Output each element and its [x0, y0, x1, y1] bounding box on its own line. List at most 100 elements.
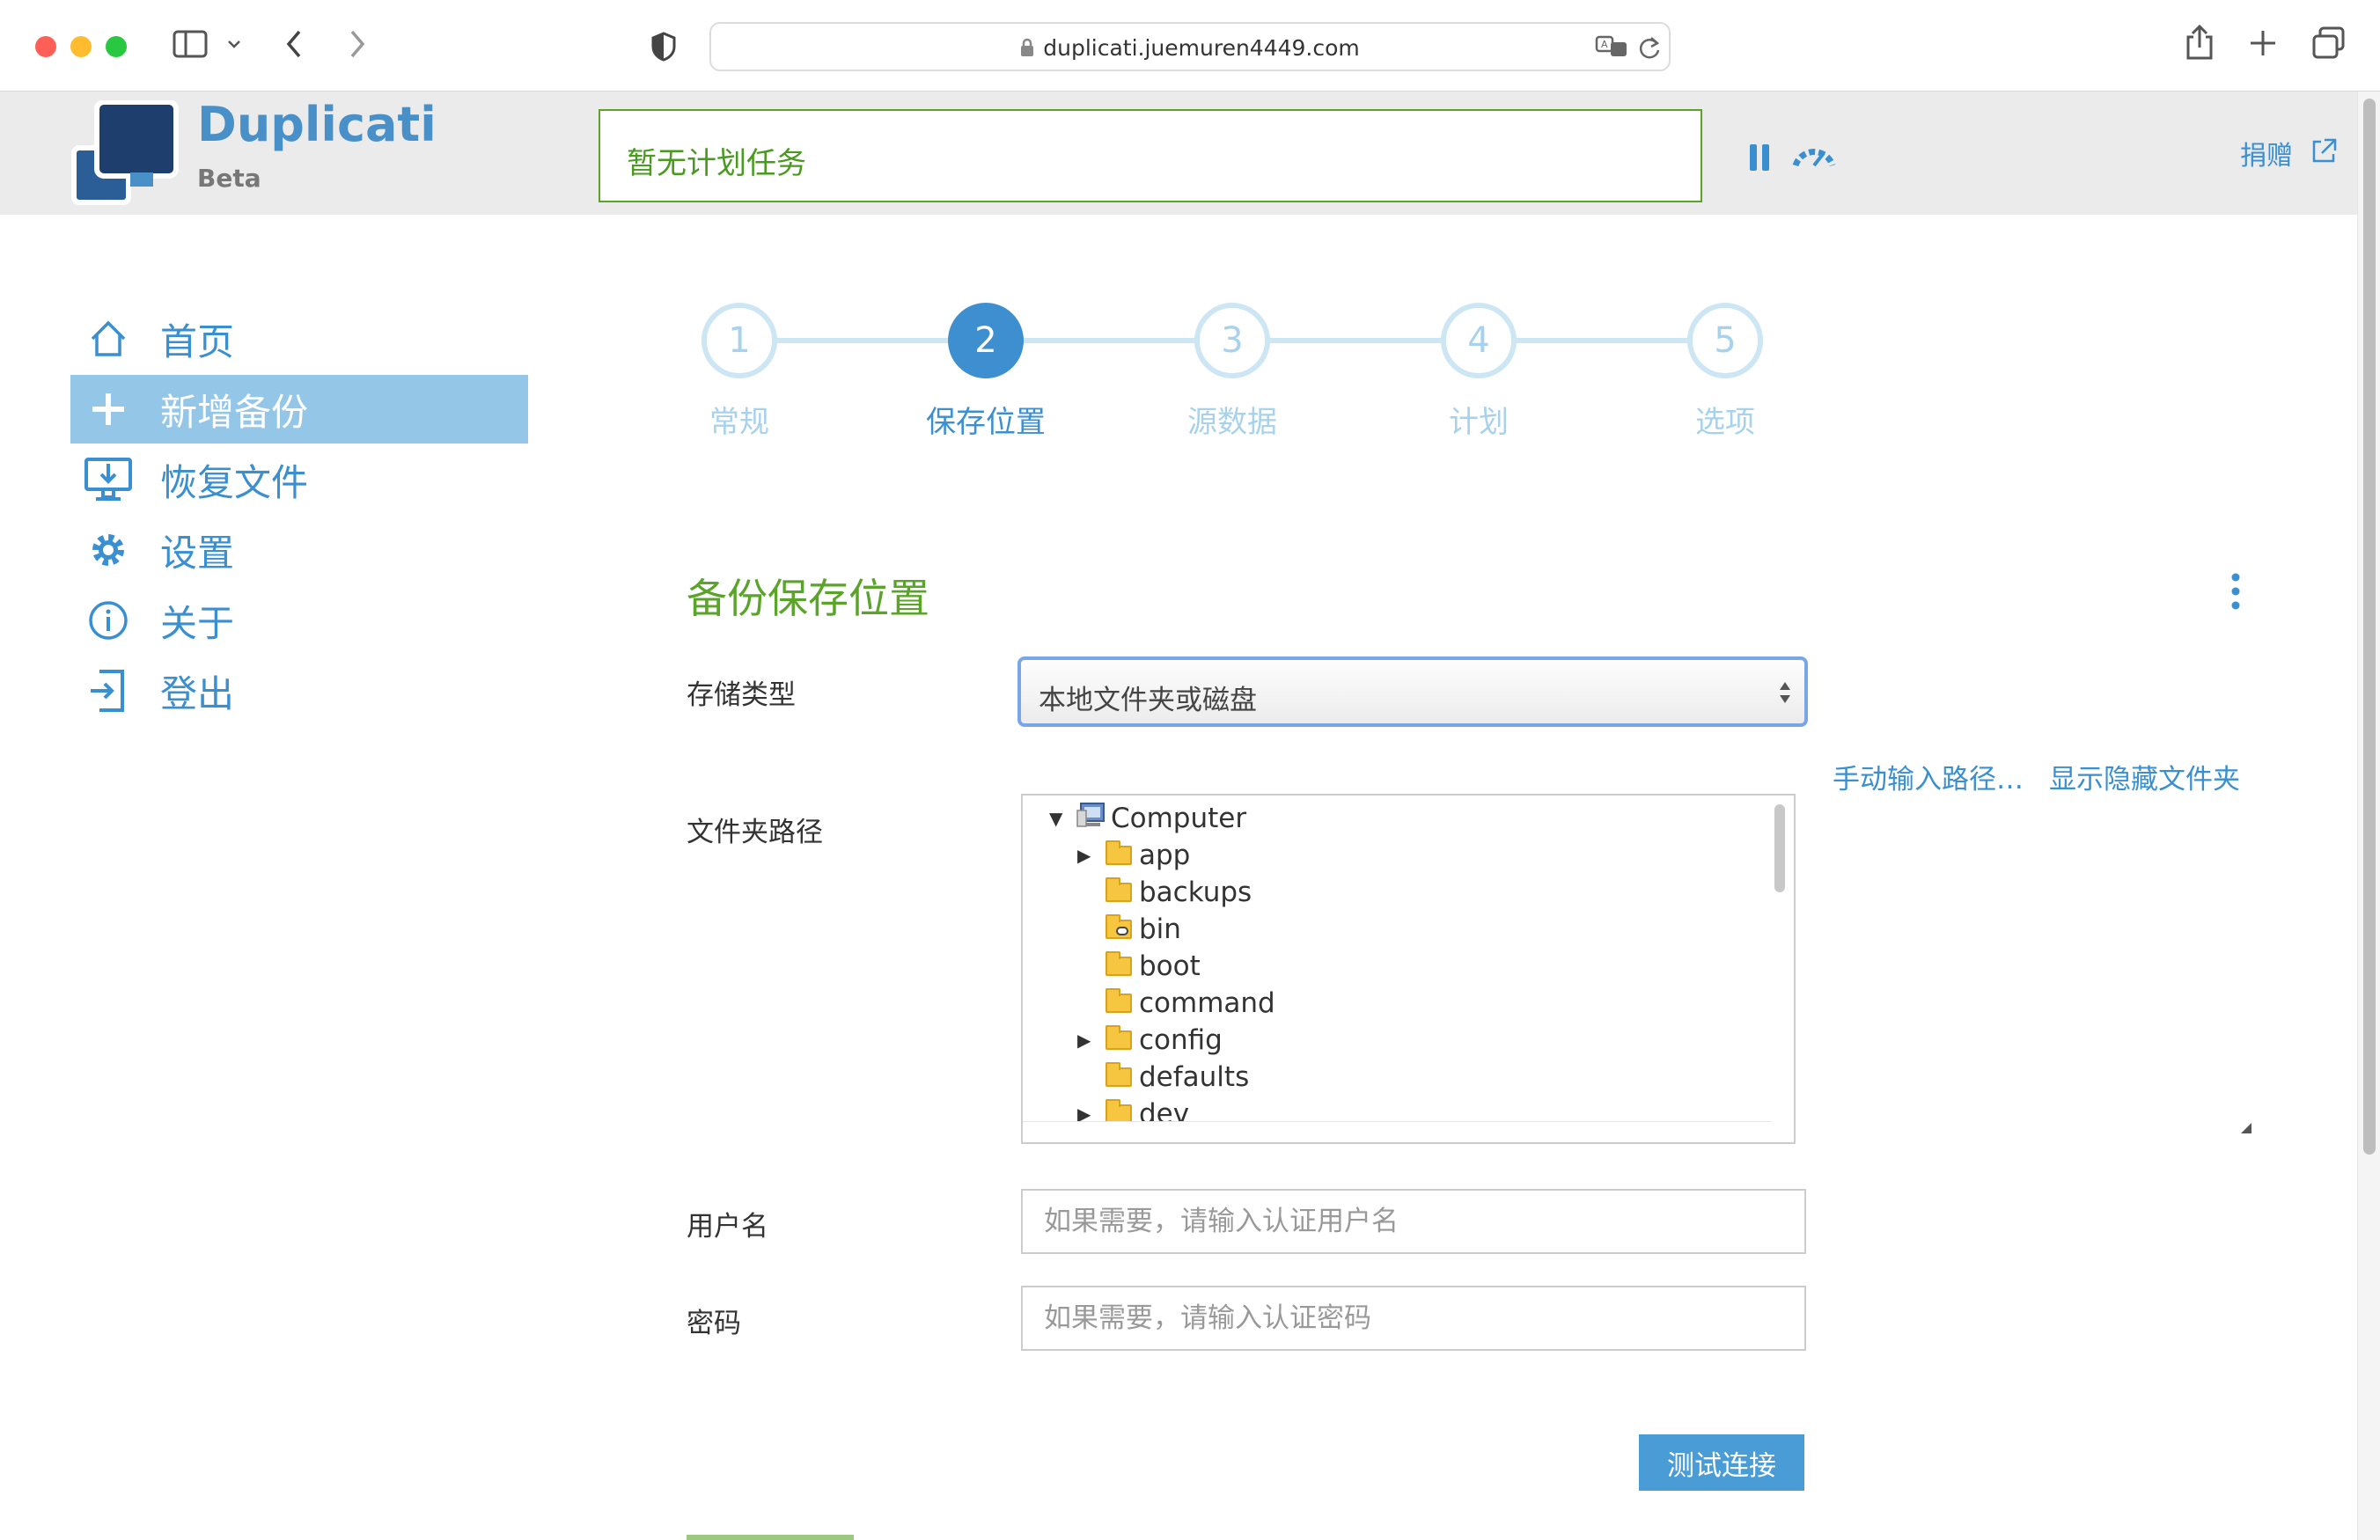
- folder-icon: [1106, 1025, 1132, 1050]
- back-icon[interactable]: [283, 28, 305, 63]
- app-header: Duplicati Beta 暂无计划任务 捐赠: [0, 92, 2357, 215]
- next-section-title-cutoff: [687, 1526, 863, 1540]
- throttle-icon[interactable]: [1790, 141, 1838, 174]
- share-icon[interactable]: [2185, 24, 2215, 63]
- tree-node-label: config: [1139, 1024, 1223, 1056]
- url-text: duplicati.juemuren4449.com: [711, 35, 1669, 62]
- step-4-circle[interactable]: 4: [1441, 303, 1517, 378]
- sidebar-item-settings[interactable]: 设置: [70, 516, 528, 584]
- sidebar-toggle-icon[interactable]: [173, 30, 208, 62]
- chevron-down-icon[interactable]: [225, 35, 243, 56]
- tree-node-label: Computer: [1111, 803, 1247, 834]
- page-scrollbar[interactable]: [2357, 92, 2380, 1540]
- folder-tree[interactable]: ▼ Computer ▶ app backups bin boot comman…: [1021, 794, 1796, 1144]
- tree-node-boot[interactable]: boot: [1077, 949, 1201, 984]
- sidebar-item-add-backup[interactable]: 新增备份: [70, 375, 528, 444]
- tree-node-label: boot: [1139, 950, 1201, 982]
- password-field[interactable]: [1021, 1286, 1806, 1351]
- manual-path-link[interactable]: 手动输入路径…: [1833, 757, 2024, 796]
- storage-type-label: 存储类型: [687, 679, 796, 711]
- step-5-circle[interactable]: 5: [1687, 303, 1763, 378]
- tree-node-defaults[interactable]: defaults: [1077, 1060, 1249, 1095]
- password-input[interactable]: [1023, 1287, 1804, 1349]
- sidebar-item-home[interactable]: 首页: [70, 304, 528, 373]
- folder-icon: [1106, 840, 1132, 865]
- tree-node-command[interactable]: command: [1077, 986, 1275, 1021]
- tree-node-computer[interactable]: ▼ Computer: [1049, 801, 1246, 836]
- zoom-window-button[interactable]: [106, 36, 127, 57]
- folder-icon: [1106, 877, 1132, 902]
- status-bar: 暂无计划任务: [599, 109, 1702, 202]
- tree-node-label: app: [1139, 840, 1191, 871]
- password-label: 密码: [687, 1308, 741, 1339]
- folder-icon: [1106, 951, 1132, 976]
- new-tab-icon[interactable]: [2248, 28, 2278, 62]
- folder-path-label: 文件夹路径: [687, 817, 823, 848]
- test-connection-button[interactable]: 测试连接: [1639, 1434, 1804, 1491]
- sidebar-item-restore[interactable]: 恢复文件: [70, 445, 528, 514]
- sidebar-item-label: 设置: [160, 531, 235, 575]
- page-scrollbar-thumb[interactable]: [2363, 99, 2376, 1155]
- plus-icon: [83, 384, 134, 435]
- storage-type-select[interactable]: 本地文件夹或磁盘: [1017, 656, 1808, 727]
- sidebar-item-label: 登出: [160, 671, 235, 715]
- username-field[interactable]: [1021, 1189, 1806, 1254]
- step-3-circle[interactable]: 3: [1194, 303, 1270, 378]
- duplicati-logo-icon[interactable]: [70, 99, 185, 213]
- logout-icon: [83, 665, 134, 716]
- svg-text:A: A: [1601, 39, 1608, 50]
- pause-icon[interactable]: [1748, 143, 1771, 176]
- sidebar-item-label: 新增备份: [160, 390, 309, 434]
- step-1-circle[interactable]: 1: [702, 303, 777, 378]
- donate-link[interactable]: 捐赠: [2240, 134, 2337, 172]
- lock-icon: [1020, 37, 1034, 62]
- sidebar-item-label: 关于: [160, 601, 235, 645]
- step-3-label[interactable]: 源数据: [1144, 398, 1320, 441]
- tree-node-label: command: [1139, 987, 1275, 1019]
- translate-icon[interactable]: A: [1595, 34, 1628, 62]
- section-title: 备份保存位置: [687, 575, 929, 622]
- reload-icon[interactable]: [1637, 34, 1662, 64]
- app-name[interactable]: Duplicati: [197, 97, 437, 152]
- close-window-button[interactable]: [35, 36, 56, 57]
- more-options-icon[interactable]: [2227, 572, 2244, 614]
- tree-node-app[interactable]: ▶ app: [1077, 838, 1190, 873]
- folder-icon: [1106, 1062, 1132, 1087]
- external-link-icon: [2310, 138, 2337, 172]
- resize-handle-icon[interactable]: [2239, 1121, 2253, 1139]
- minimize-window-button[interactable]: [70, 36, 92, 57]
- forward-icon[interactable]: [347, 28, 368, 63]
- status-text: 暂无计划任务: [627, 146, 806, 181]
- computer-icon: [1076, 802, 1106, 835]
- folder-icon: [1106, 988, 1132, 1013]
- step-2-label[interactable]: 保存位置: [898, 398, 1074, 441]
- sidebar-item-logout[interactable]: 登出: [70, 656, 528, 725]
- tree-node-label: defaults: [1139, 1061, 1250, 1093]
- sidebar-item-about[interactable]: 关于: [70, 586, 528, 655]
- username-input[interactable]: [1023, 1191, 1804, 1252]
- tree-node-label: backups: [1139, 876, 1252, 908]
- address-bar[interactable]: duplicati.juemuren4449.com A: [709, 22, 1671, 71]
- expanded-triangle-icon[interactable]: ▼: [1049, 808, 1067, 829]
- gear-icon: [83, 524, 134, 576]
- tree-horizontal-scroll-area[interactable]: [1023, 1121, 1771, 1142]
- tree-node-backups[interactable]: backups: [1077, 875, 1252, 910]
- privacy-shield-icon[interactable]: [651, 32, 676, 65]
- collapsed-triangle-icon[interactable]: ▶: [1077, 845, 1095, 866]
- tab-overview-icon[interactable]: [2311, 26, 2347, 63]
- restore-icon: [83, 454, 134, 505]
- folder-link-icon: [1106, 914, 1132, 939]
- step-2-circle[interactable]: 2: [948, 303, 1024, 378]
- collapsed-triangle-icon[interactable]: ▶: [1077, 1030, 1095, 1051]
- tree-node-config[interactable]: ▶ config: [1077, 1023, 1223, 1058]
- show-hidden-folders-link[interactable]: 显示隐藏文件夹: [2049, 757, 2240, 796]
- tree-node-bin[interactable]: bin: [1077, 912, 1181, 947]
- tree-scrollbar[interactable]: [1774, 804, 1785, 892]
- step-5-label[interactable]: 选项: [1637, 398, 1813, 441]
- home-icon: [83, 313, 134, 364]
- step-4-label[interactable]: 计划: [1391, 398, 1567, 441]
- app-edition: Beta: [197, 164, 261, 193]
- sidebar-item-label: 恢复文件: [160, 460, 309, 504]
- select-arrows-icon: [1778, 678, 1792, 711]
- step-1-label[interactable]: 常规: [651, 398, 827, 441]
